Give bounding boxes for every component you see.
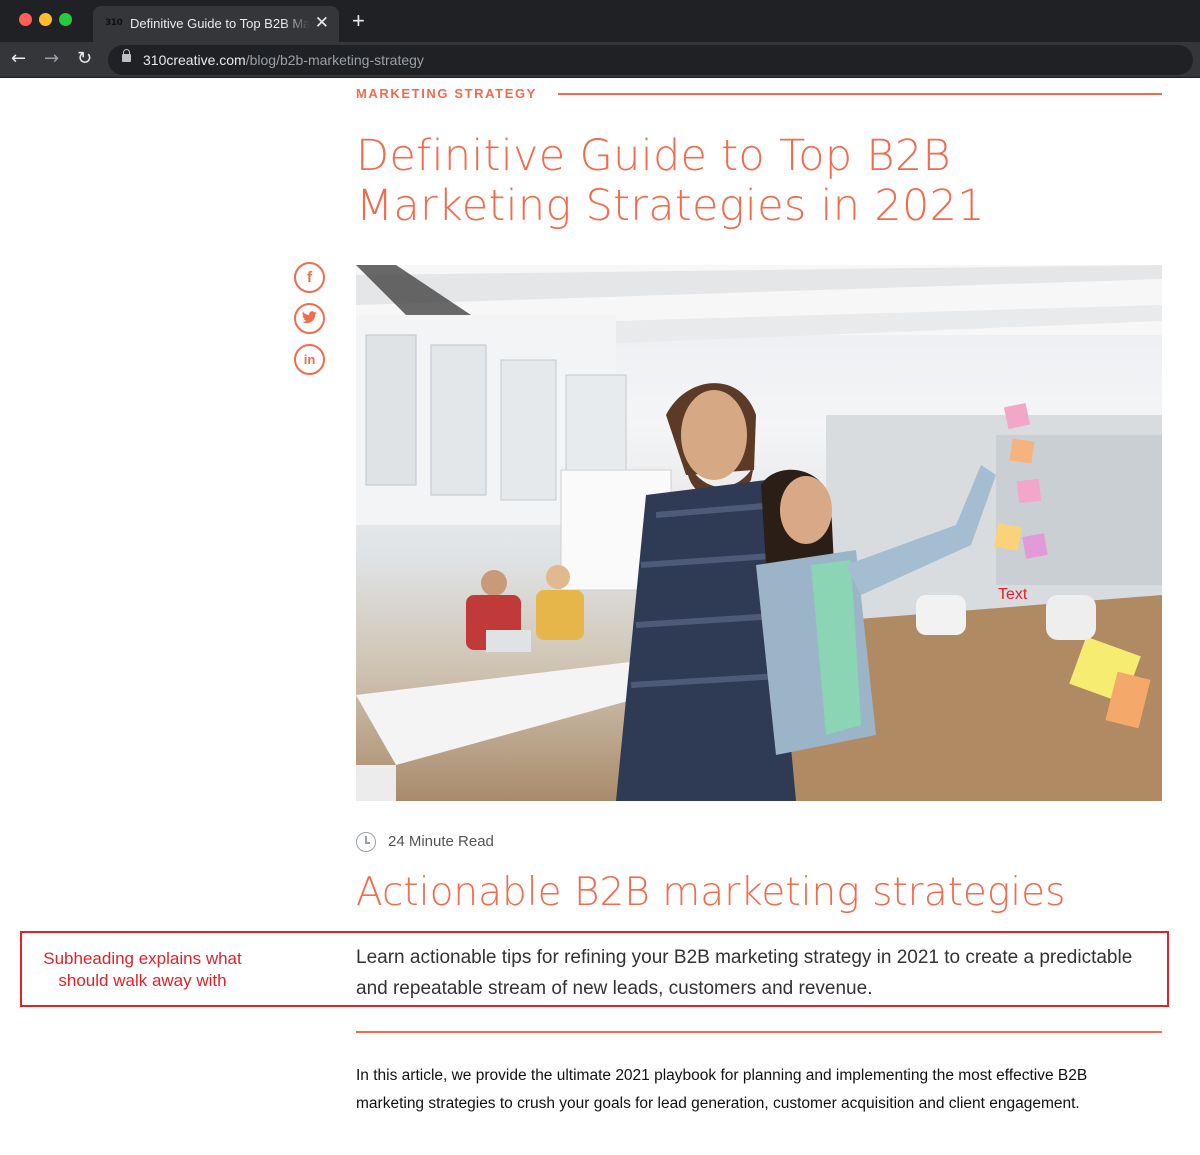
table-edge (356, 765, 396, 801)
reload-icon[interactable]: ↻ (77, 47, 92, 71)
hero-image: Text (356, 265, 1162, 801)
new-tab-button[interactable]: + (352, 10, 365, 32)
chair (1046, 595, 1096, 640)
article-title: Definitive Guide to Top B2B Marketing St… (356, 131, 985, 231)
close-window-button[interactable] (19, 13, 32, 26)
image-overlay-text: Text (998, 586, 1028, 603)
url-path: /blog/b2b-marketing-strategy (245, 52, 424, 68)
sticky-note (1009, 438, 1035, 464)
twitter-icon[interactable] (294, 303, 325, 334)
sticky-note (994, 523, 1022, 551)
category-divider (558, 93, 1162, 95)
clock-icon (356, 832, 376, 852)
minimize-window-button[interactable] (39, 13, 52, 26)
window-pane (500, 359, 557, 501)
window-pane (365, 334, 417, 486)
laptop (486, 630, 531, 652)
section-heading: Actionable B2B marketing strategies (356, 870, 1066, 915)
category-label[interactable]: MARKETING STRATEGY (356, 86, 537, 101)
browser-tab-strip: 310 Definitive Guide to Top B2B Marketin… (0, 0, 1200, 42)
seated-woman-shirt (536, 590, 584, 640)
sticky-note (1016, 478, 1042, 504)
browser-toolbar: ← → ↻ 310creative.com/blog/b2b-marketing… (0, 42, 1200, 78)
read-time-label: 24 Minute Read (388, 833, 494, 850)
hero-photo-illustration: Text (356, 265, 1162, 801)
seated-woman-head (546, 565, 570, 589)
facebook-icon[interactable]: f (294, 262, 325, 293)
address-bar[interactable]: 310creative.com/blog/b2b-marketing-strat… (108, 45, 1193, 75)
sticky-note (1003, 402, 1031, 430)
seated-man-head (481, 570, 507, 596)
window-pane (430, 344, 487, 496)
back-arrow-icon[interactable]: ← (11, 47, 26, 71)
url-host: 310creative.com (143, 52, 246, 68)
man-face (681, 390, 747, 480)
url-text[interactable]: 310creative.com/blog/b2b-marketing-strat… (143, 52, 424, 68)
maximize-window-button[interactable] (59, 13, 72, 26)
forward-arrow-icon[interactable]: → (44, 47, 59, 71)
tab-close-icon[interactable]: ✕ (315, 13, 329, 33)
tab-title: Definitive Guide to Top B2B Marketing St… (130, 16, 310, 31)
annotation-note: Subheading explains what should walk awa… (43, 949, 242, 990)
article-subheading: Learn actionable tips for refining your … (356, 947, 1133, 999)
favicon-icon: 310 (105, 18, 123, 28)
twitter-bird-glyph (301, 311, 317, 324)
sticky-note (1022, 533, 1048, 559)
woman-face (780, 476, 832, 544)
browser-tab[interactable]: 310 Definitive Guide to Top B2B Marketin… (93, 6, 339, 42)
chair (916, 595, 966, 635)
article-intro: In this article, we provide the ultimate… (356, 1067, 1088, 1112)
linkedin-icon[interactable]: in (294, 344, 325, 375)
section-divider (356, 1031, 1162, 1033)
lock-icon[interactable] (122, 49, 131, 62)
